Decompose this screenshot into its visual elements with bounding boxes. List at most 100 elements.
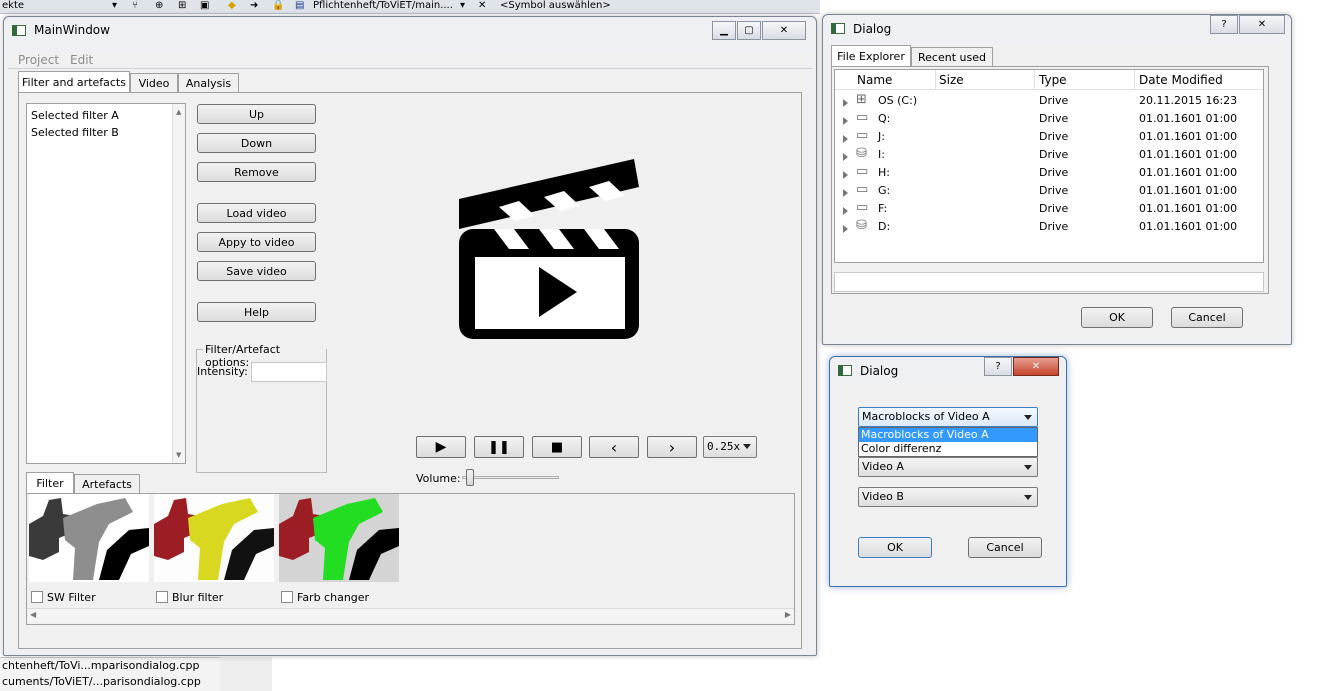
load-video-button[interactable]: Load video	[197, 203, 316, 223]
up-button[interactable]: Up	[197, 104, 316, 124]
help-button[interactable]: Help	[197, 302, 316, 322]
column-date-modified[interactable]: Date Modified	[1139, 73, 1223, 87]
next-frame-button[interactable]: ›	[647, 436, 697, 458]
file-cell-date: 01.01.1601 01:00	[1139, 112, 1238, 125]
close-button[interactable]: ✕	[1239, 15, 1285, 34]
list-item[interactable]: Selected filter B	[31, 126, 119, 139]
tab-analysis[interactable]: Analysis	[178, 73, 239, 93]
tab-filter-and-artefacts[interactable]: Filter and artefacts	[18, 71, 130, 93]
stop-button[interactable]: ■	[532, 436, 582, 458]
file-row[interactable]: ⛁ D: Drive 01.01.1601 01:00	[835, 218, 1263, 236]
sw-filter-checkbox[interactable]	[31, 591, 43, 603]
expand-arrow-icon[interactable]	[843, 151, 848, 164]
open-file-item[interactable]: cuments/ToViET/...parisondialog.cpp	[0, 674, 220, 690]
split-icon[interactable]: ⊞	[178, 0, 186, 11]
speed-select[interactable]: 0.25x	[703, 436, 757, 458]
minimize-button[interactable]: ▁	[712, 21, 736, 40]
help-button[interactable]: ?	[1210, 15, 1238, 34]
pause-button[interactable]: ❚❚	[474, 436, 524, 458]
list-scrollbar[interactable]: ▲ ▼	[172, 104, 185, 463]
remove-button[interactable]: Remove	[197, 162, 316, 182]
column-name[interactable]: Name	[857, 73, 892, 87]
file-cell-date: 01.01.1601 01:00	[1139, 166, 1238, 179]
file-tab[interactable]: Pflichtenheft/ToViET/main....	[313, 0, 453, 11]
apply-to-video-button[interactable]: Appy to video	[197, 232, 316, 252]
cancel-button[interactable]: Cancel	[968, 537, 1042, 558]
tab-file-explorer[interactable]: File Explorer	[831, 45, 911, 67]
close-button[interactable]: ✕	[1013, 357, 1059, 376]
ok-button[interactable]: OK	[1081, 307, 1153, 328]
file-dropdown-icon[interactable]: ▾	[460, 0, 465, 11]
menu-project[interactable]: Project	[18, 53, 59, 67]
volume-slider-thumb[interactable]	[466, 469, 474, 486]
back-icon[interactable]: ◆	[228, 0, 236, 11]
chevron-down-icon	[743, 444, 751, 449]
filter-icon[interactable]: ⑂	[132, 0, 138, 11]
file-row[interactable]: ⊞ OS (C:) Drive 20.11.2015 16:23	[835, 92, 1263, 110]
blur-filter-thumbnail[interactable]	[154, 494, 274, 582]
file-path-input[interactable]	[834, 272, 1264, 292]
close-file-icon[interactable]: ✕	[478, 0, 486, 11]
close-doc-icon[interactable]: ▣	[200, 0, 209, 11]
expand-arrow-icon[interactable]	[843, 205, 848, 218]
sw-filter-thumbnail[interactable]	[29, 494, 149, 582]
farb-changer-checkbox[interactable]	[281, 591, 293, 603]
gallery-scrollbar[interactable]: ◀ ▶	[27, 608, 794, 622]
file-row[interactable]: ▭ F: Drive 01.01.1601 01:00	[835, 200, 1263, 218]
close-button[interactable]: ✕	[762, 21, 806, 40]
expand-arrow-icon[interactable]	[843, 187, 848, 200]
tab-recent-used[interactable]: Recent used	[911, 47, 993, 67]
volume-slider[interactable]	[462, 469, 559, 486]
expand-arrow-icon[interactable]	[843, 115, 848, 128]
scroll-left-icon[interactable]: ◀	[30, 610, 36, 619]
file-row[interactable]: ▭ Q: Drive 01.01.1601 01:00	[835, 110, 1263, 128]
play-button[interactable]: ▶	[416, 436, 466, 458]
previous-frame-button[interactable]: ‹	[589, 436, 639, 458]
tab-filter[interactable]: Filter	[26, 472, 74, 494]
expand-arrow-icon[interactable]	[843, 223, 848, 236]
intensity-input[interactable]	[251, 362, 327, 382]
list-item[interactable]: Selected filter A	[31, 109, 119, 122]
dropdown-option-selected[interactable]: Macroblocks of Video A	[859, 428, 1037, 442]
blur-filter-checkbox[interactable]	[156, 591, 168, 603]
expand-arrow-icon[interactable]	[843, 133, 848, 146]
tab-video[interactable]: Video	[130, 73, 178, 93]
forward-icon[interactable]: ➜	[250, 0, 258, 11]
expand-arrow-icon[interactable]	[843, 97, 848, 110]
file-row[interactable]: ⛁ I: Drive 01.01.1601 01:00	[835, 146, 1263, 164]
comparison-dialog-title: Dialog	[860, 364, 899, 378]
link-icon[interactable]: ⊕	[155, 0, 163, 11]
scroll-right-icon[interactable]: ▶	[785, 610, 791, 619]
down-button[interactable]: Down	[197, 133, 316, 153]
tab-artefacts[interactable]: Artefacts	[74, 474, 140, 494]
file-cell-date: 01.01.1601 01:00	[1139, 130, 1238, 143]
video-clapperboard-icon	[459, 159, 639, 339]
save-video-button[interactable]: Save video	[197, 261, 316, 281]
dropdown-option[interactable]: Color differenz	[859, 442, 1037, 456]
file-row[interactable]: ▭ J: Drive 01.01.1601 01:00	[835, 128, 1263, 146]
expand-arrow-icon[interactable]	[843, 169, 848, 182]
menu-edit[interactable]: Edit	[70, 53, 93, 67]
file-row[interactable]: ▭ H: Drive 01.01.1601 01:00	[835, 164, 1263, 182]
video-b-select[interactable]: Video B	[858, 487, 1038, 507]
scroll-up-icon[interactable]: ▲	[176, 108, 181, 116]
lock-icon[interactable]: 🔒	[272, 0, 284, 11]
file-row[interactable]: ▭ G: Drive 01.01.1601 01:00	[835, 182, 1263, 200]
symbol-select[interactable]: <Symbol auswählen>	[500, 0, 611, 11]
column-type[interactable]: Type	[1039, 73, 1067, 87]
file-cell-date: 01.01.1601 01:00	[1139, 184, 1238, 197]
scroll-down-icon[interactable]: ▼	[176, 451, 181, 459]
comparison-mode-select[interactable]: Macroblocks of Video A	[858, 407, 1038, 427]
video-a-select[interactable]: Video A	[858, 457, 1038, 477]
selected-filter-list[interactable]: Selected filter A Selected filter B ▲ ▼	[26, 103, 186, 464]
drive-icon: ▭	[856, 164, 869, 179]
file-tree[interactable]: Name Size Type Date Modified ⊞ OS (C:) Dri…	[834, 69, 1264, 263]
column-size[interactable]: Size	[939, 73, 964, 87]
open-file-item[interactable]: chtenheft/ToVi...mparisondialog.cpp	[0, 658, 220, 674]
ok-button[interactable]: OK	[858, 537, 932, 558]
cancel-button[interactable]: Cancel	[1171, 307, 1243, 328]
dropdown-arrow-icon[interactable]: ▾	[112, 0, 117, 11]
maximize-button[interactable]: ▢	[737, 21, 761, 40]
farb-changer-thumbnail[interactable]	[279, 494, 399, 582]
help-button[interactable]: ?	[984, 357, 1012, 376]
